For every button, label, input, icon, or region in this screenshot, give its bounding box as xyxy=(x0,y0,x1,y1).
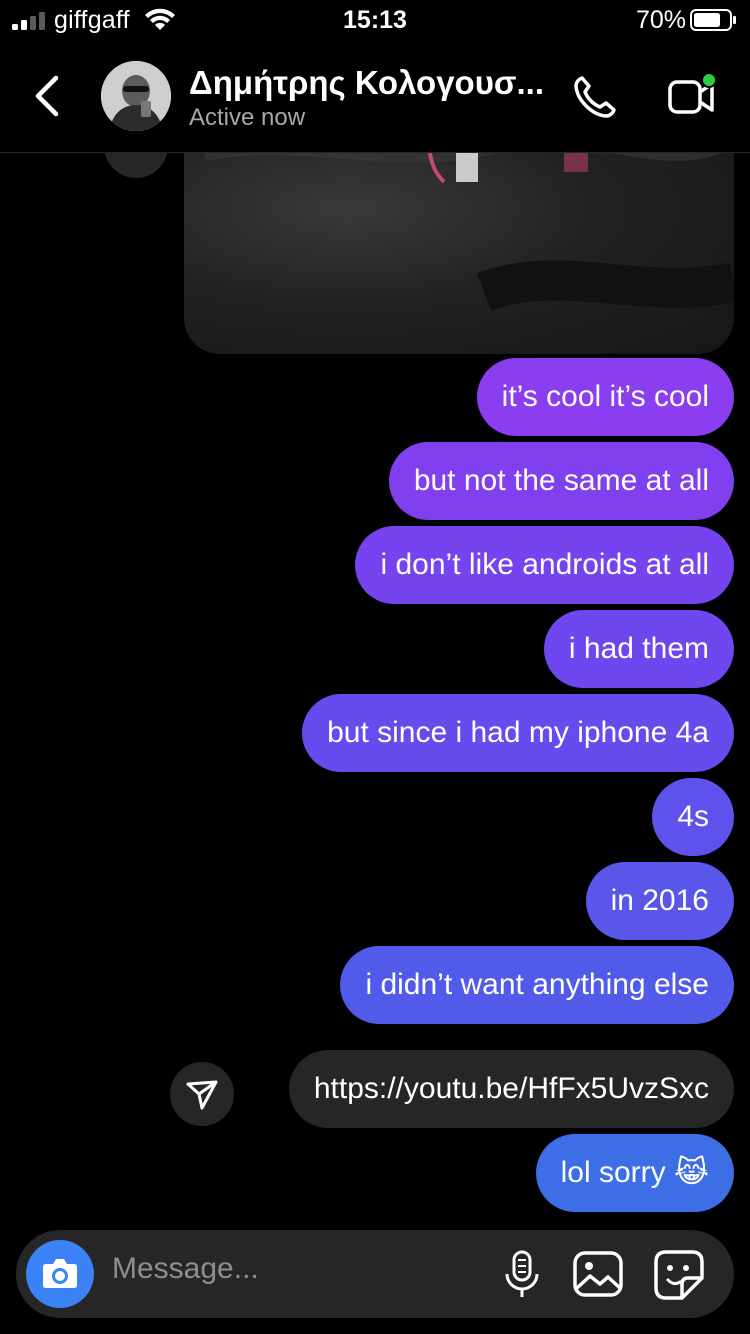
avatar[interactable] xyxy=(101,61,171,131)
battery-icon xyxy=(690,9,736,31)
message-bubble[interactable]: i had them xyxy=(543,610,734,688)
phone-icon[interactable] xyxy=(570,72,620,122)
message-bubble[interactable]: 4s xyxy=(652,778,734,856)
sticker-icon[interactable] xyxy=(652,1248,706,1302)
gallery-icon[interactable] xyxy=(572,1250,624,1298)
active-status-dot xyxy=(701,72,717,88)
chat-header: Δημήτρης Κολογουσ... Active now xyxy=(0,42,750,153)
message-bubble[interactable]: i didn’t want anything else xyxy=(340,946,734,1024)
message-bubble[interactable]: but not the same at all xyxy=(388,442,734,520)
message-bubble[interactable]: but since i had my iphone 4a xyxy=(302,694,734,772)
status-bar: giffgaff 15:13 70% xyxy=(0,0,750,42)
message-bubble[interactable]: i don’t like androids at all xyxy=(355,526,734,604)
message-bubble[interactable]: it’s cool it’s cool xyxy=(476,358,734,436)
contact-status: Active now xyxy=(189,104,306,131)
back-chevron-icon[interactable] xyxy=(28,72,66,120)
reaction-chip[interactable] xyxy=(104,152,168,178)
photo-message[interactable] xyxy=(184,152,734,354)
message-bubble[interactable]: in 2016 xyxy=(585,862,734,940)
microphone-icon[interactable] xyxy=(502,1248,542,1300)
battery-percentage: 70% xyxy=(636,6,687,34)
message-bubble[interactable]: lol sorry 😹 xyxy=(535,1134,734,1212)
camera-button[interactable] xyxy=(26,1240,94,1308)
share-button[interactable] xyxy=(170,1062,234,1126)
message-composer: Message... xyxy=(16,1230,734,1318)
send-icon xyxy=(186,1080,218,1110)
video-camera-icon[interactable] xyxy=(664,70,720,122)
camera-icon xyxy=(43,1259,77,1288)
link-message-bubble[interactable]: https://youtu.be/HfFx5UvzSxc xyxy=(288,1050,734,1128)
message-input[interactable]: Message... xyxy=(112,1252,259,1286)
contact-name[interactable]: Δημήτρης Κολογουσ... xyxy=(189,64,549,102)
message-thread[interactable]: it’s cool it’s cool but not the same at … xyxy=(0,152,750,1224)
